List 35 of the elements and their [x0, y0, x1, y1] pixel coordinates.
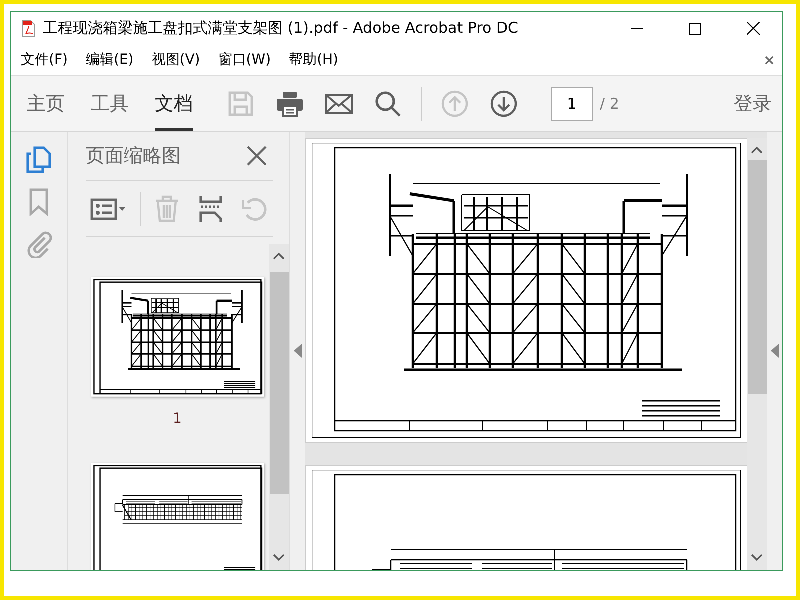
next-page-icon[interactable]: [490, 90, 518, 118]
toolbar-tab[interactable]: 工具: [91, 76, 129, 131]
menu-item[interactable]: 编辑(E): [86, 51, 134, 69]
maximize-icon: [689, 22, 701, 34]
pdf-file-icon: [21, 20, 37, 38]
menu-item[interactable]: 视图(V): [152, 51, 200, 69]
print-icon[interactable]: [276, 90, 304, 118]
pages-icon[interactable]: [26, 146, 52, 174]
page-count: / 2: [600, 94, 620, 112]
scroll-down-icon[interactable]: [751, 554, 763, 562]
scrollbar-thumb[interactable]: [748, 160, 766, 394]
scroll-down-icon[interactable]: [273, 554, 285, 562]
page-number-field[interactable]: 1: [551, 86, 593, 120]
scrollbar-thumb[interactable]: [270, 272, 288, 494]
sign-in-link[interactable]: 登录: [734, 76, 772, 131]
scroll-up-icon[interactable]: [751, 146, 763, 154]
menu-item[interactable]: 帮助(H): [289, 51, 339, 69]
page-number-label: 1: [173, 411, 182, 427]
close-icon: [746, 22, 760, 35]
paperclip-icon[interactable]: [26, 230, 52, 258]
collapse-pane-icon[interactable]: [294, 344, 302, 358]
close-document-button[interactable]: [763, 54, 776, 66]
search-icon[interactable]: [374, 90, 402, 118]
toolbar-tab[interactable]: 主页: [27, 76, 65, 131]
page-thumbnail[interactable]: [91, 277, 264, 397]
scrollbar[interactable]: [269, 244, 289, 570]
insert-page-icon[interactable]: [197, 194, 225, 222]
window-title: 工程现浇箱梁施工盘扣式满堂支架图 (1).pdf - Adobe Acrobat Pro DC: [43, 19, 518, 38]
page-thumbnail[interactable]: [91, 463, 264, 570]
expand-pane-icon[interactable]: [770, 344, 778, 358]
close-panel-button[interactable]: [247, 146, 267, 166]
scroll-up-icon[interactable]: [273, 252, 285, 260]
panel-title: 页面缩略图: [86, 144, 181, 169]
menu-item[interactable]: 窗口(W): [218, 51, 272, 69]
menu-item[interactable]: 文件(F): [21, 51, 68, 69]
